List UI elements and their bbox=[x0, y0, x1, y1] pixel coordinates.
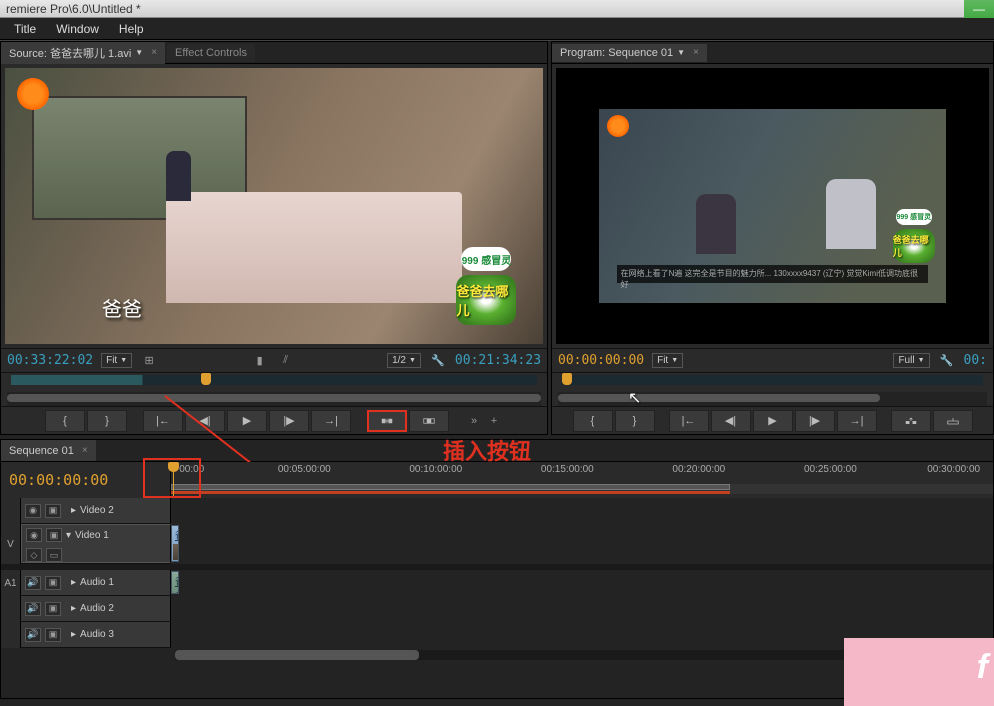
program-tc-out: 00: bbox=[964, 353, 987, 368]
step-back-button[interactable]: ◀| bbox=[711, 410, 751, 432]
timeline-tc[interactable]: 00:00:00:00 bbox=[9, 471, 108, 489]
source-tc-in[interactable]: 00:33:22:02 bbox=[7, 353, 93, 368]
program-scrollbar[interactable]: ↖ bbox=[558, 392, 987, 406]
menu-help[interactable]: Help bbox=[109, 22, 154, 36]
show-badge: 999 感冒灵 爸爸去哪儿 bbox=[889, 209, 939, 264]
timeline-ruler[interactable]: 00:00 00:05:00:00 00:10:00:00 00:15:00:0… bbox=[171, 462, 993, 498]
audio-clip[interactable]: 爸爸去哪儿 1.avi [A] bbox=[171, 571, 179, 594]
mouse-cursor-icon: ↖ bbox=[628, 388, 641, 408]
mark-out-button[interactable]: } bbox=[87, 410, 127, 432]
annotation-box bbox=[143, 458, 201, 498]
track-header-a3[interactable]: 🔊 ▣ ▸ Audio 3 bbox=[21, 622, 171, 647]
program-panel: Program: Sequence 01 ▼ × 999 感冒灵 爸爸去哪儿 在… bbox=[551, 41, 994, 435]
track-patch-v[interactable]: V bbox=[1, 524, 21, 564]
track-header-v2[interactable]: ◉ ▣ ▸ Video 2 bbox=[21, 498, 171, 523]
source-panel: Source: 爸爸去哪儿 1.avi ▼ × Effect Controls … bbox=[0, 41, 548, 435]
more-button[interactable]: » bbox=[465, 413, 483, 429]
program-tab[interactable]: Program: Sequence 01 ▼ × bbox=[552, 44, 707, 62]
speaker-icon[interactable]: 🔊 bbox=[25, 602, 41, 616]
lock-icon[interactable]: ▣ bbox=[45, 576, 61, 590]
safe-margins-icon[interactable]: ⊞ bbox=[140, 353, 158, 369]
channel-logo-icon bbox=[607, 115, 629, 137]
window-title: remiere Pro\6.0\Untitled * bbox=[6, 2, 141, 16]
wrench-icon[interactable]: 🔧 bbox=[429, 353, 447, 369]
show-badge: 999 感冒灵 爸爸去哪儿 bbox=[451, 247, 521, 327]
track-patch[interactable] bbox=[1, 498, 21, 524]
add-button[interactable]: + bbox=[485, 413, 503, 429]
video-clip[interactable]: 爸爸去哪儿 1.avi [V] Opacity:Opacity▾ bbox=[171, 525, 179, 562]
channel-logo-icon bbox=[17, 78, 49, 110]
clip-thumbnail bbox=[173, 544, 179, 560]
lock-icon[interactable]: ▣ bbox=[45, 602, 61, 616]
source-monitor[interactable]: 爸爸 999 感冒灵 爸爸去哪儿 bbox=[5, 68, 543, 344]
mark-in-button[interactable]: { bbox=[573, 410, 613, 432]
program-zoom-select[interactable]: Fit▼ bbox=[652, 353, 683, 368]
dropdown-icon[interactable]: ▼ bbox=[677, 48, 685, 57]
extract-button[interactable] bbox=[933, 410, 973, 432]
track-patch-a1[interactable]: A1 bbox=[1, 570, 21, 596]
lock-icon[interactable]: ▣ bbox=[46, 528, 62, 542]
source-zoom-select[interactable]: Fit▼ bbox=[101, 353, 132, 368]
dropdown-icon[interactable]: ▼ bbox=[135, 48, 143, 57]
play-button[interactable]: ▶ bbox=[227, 410, 267, 432]
render-bar bbox=[171, 491, 730, 494]
wrench-icon[interactable]: 🔧 bbox=[938, 353, 956, 369]
go-to-in-button[interactable]: |← bbox=[669, 410, 709, 432]
insert-button[interactable] bbox=[367, 410, 407, 432]
video-banner: 在网络上看了N遍 这完全是节目的魅力所... 130xxxx9437 (辽宁) … bbox=[617, 265, 929, 283]
effect-controls-tab[interactable]: Effect Controls bbox=[167, 44, 255, 62]
playhead-icon[interactable] bbox=[562, 373, 572, 385]
minimize-button[interactable]: — bbox=[964, 0, 994, 18]
track-header-v1[interactable]: ◉ ▣ ▾ Video 1 ◇ ▭ bbox=[21, 524, 171, 563]
program-time-ruler[interactable] bbox=[552, 372, 993, 392]
track-patch[interactable] bbox=[1, 596, 21, 622]
step-fwd-button[interactable]: |▶ bbox=[795, 410, 835, 432]
sequence-tab[interactable]: Sequence 01 × bbox=[1, 440, 96, 461]
step-fwd-button[interactable]: |▶ bbox=[269, 410, 309, 432]
program-res-select[interactable]: Full▼ bbox=[893, 353, 929, 368]
lift-button[interactable] bbox=[891, 410, 931, 432]
lock-icon[interactable]: ▣ bbox=[45, 504, 61, 518]
marker-icon[interactable]: ▮ bbox=[251, 353, 269, 369]
source-time-ruler[interactable] bbox=[1, 372, 547, 392]
title-bar: remiere Pro\6.0\Untitled * — bbox=[0, 0, 994, 18]
overwrite-button[interactable] bbox=[409, 410, 449, 432]
playhead-icon[interactable] bbox=[201, 373, 211, 385]
menu-window[interactable]: Window bbox=[46, 22, 109, 36]
track-header-a1[interactable]: 🔊 ▣ ▸ Audio 1 bbox=[21, 570, 171, 595]
track-display-icon[interactable]: ▭ bbox=[46, 548, 62, 562]
play-button[interactable]: ▶ bbox=[753, 410, 793, 432]
work-area-bar[interactable] bbox=[171, 484, 730, 490]
close-icon[interactable]: × bbox=[82, 445, 88, 456]
track-header-a2[interactable]: 🔊 ▣ ▸ Audio 2 bbox=[21, 596, 171, 621]
program-transport: { } |← ◀| ▶ |▶ →| bbox=[552, 406, 993, 434]
keyframe-icon[interactable]: ◇ bbox=[26, 548, 42, 562]
eye-icon[interactable]: ◉ bbox=[25, 504, 41, 518]
eye-icon[interactable]: ◉ bbox=[26, 528, 42, 542]
source-scrollbar[interactable] bbox=[7, 392, 541, 406]
lock-icon[interactable]: ▣ bbox=[45, 628, 61, 642]
speaker-icon[interactable]: 🔊 bbox=[25, 628, 41, 642]
overlay-block: f bbox=[844, 638, 994, 706]
close-icon[interactable]: × bbox=[151, 47, 157, 58]
source-tab[interactable]: Source: 爸爸去哪儿 1.avi ▼ × bbox=[1, 42, 165, 64]
speaker-icon[interactable]: 🔊 bbox=[25, 576, 41, 590]
go-to-in-button[interactable]: |← bbox=[143, 410, 183, 432]
menu-title[interactable]: Title bbox=[4, 22, 46, 36]
program-tc-in[interactable]: 00:00:00:00 bbox=[558, 353, 644, 368]
mark-in-button[interactable]: { bbox=[45, 410, 85, 432]
source-transport: { } |← ◀| ▶ |▶ →| » + bbox=[1, 406, 547, 434]
program-monitor[interactable]: 999 感冒灵 爸爸去哪儿 在网络上看了N遍 这完全是节目的魅力所... 130… bbox=[556, 68, 989, 344]
in-out-icon[interactable]: ⫽ bbox=[277, 353, 295, 369]
menu-bar: Title Window Help bbox=[0, 18, 994, 40]
source-tc-out: 00:21:34:23 bbox=[455, 353, 541, 368]
go-to-out-button[interactable]: →| bbox=[311, 410, 351, 432]
go-to-out-button[interactable]: →| bbox=[837, 410, 877, 432]
source-res-select[interactable]: 1/2▼ bbox=[387, 353, 421, 368]
video-subtitle: 爸爸 bbox=[102, 293, 142, 322]
mark-out-button[interactable]: } bbox=[615, 410, 655, 432]
track-patch[interactable] bbox=[1, 622, 21, 648]
close-icon[interactable]: × bbox=[693, 47, 699, 58]
